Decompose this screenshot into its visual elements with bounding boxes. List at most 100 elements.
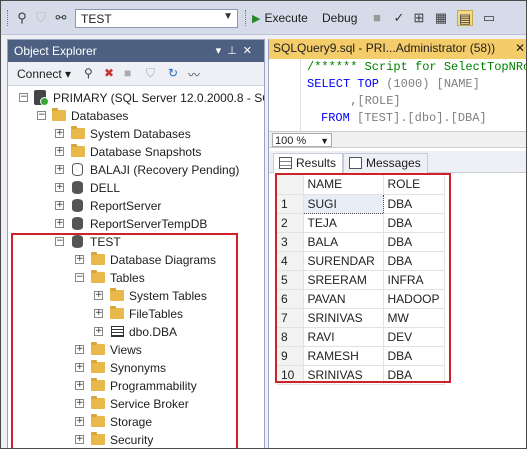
name-cell[interactable]: PAVAN [303,289,384,309]
row-number-cell[interactable]: 1 [277,194,304,214]
debug-button[interactable]: Debug [322,10,357,27]
table-row[interactable]: 10 SRINIVAS DBA [277,365,445,385]
pin-panel-icon[interactable]: ⊥ [227,45,243,57]
role-cell[interactable]: HADOOP [383,289,445,309]
tree-node-system-databases[interactable]: + System Databases [8,125,264,143]
tab-messages[interactable]: Messages [343,153,428,173]
name-cell[interactable]: TEJA [303,213,384,233]
collapse-icon[interactable]: − [19,93,28,102]
pin-icon[interactable]: ⚲ [14,10,30,26]
results-grid[interactable]: NAME ROLE 1 SUGI DBA 2 TEJA DBA 3 BALA DBA 4 SUREN… [269,173,526,448]
tree-node-storage[interactable]: + Storage [8,413,264,431]
role-cell[interactable]: MW [383,308,445,328]
column-header-name[interactable]: NAME [303,175,384,195]
close-panel-icon[interactable]: ✕ [243,45,258,57]
expand-icon[interactable]: + [75,399,84,408]
expand-icon[interactable]: + [94,309,103,318]
row-number-cell[interactable]: 5 [277,270,304,290]
row-number-header[interactable] [277,175,304,195]
row-number-cell[interactable]: 4 [277,251,304,271]
collapse-icon[interactable]: − [37,111,46,120]
role-cell[interactable]: DBA [383,213,445,233]
expand-icon[interactable]: + [75,417,84,426]
tree-node-filetables[interactable]: + FileTables [8,305,264,323]
results-to-file-icon[interactable]: ▭ [481,10,497,26]
connect-button[interactable]: Connect ▾ [17,67,71,81]
role-cell[interactable]: DEV [383,327,445,347]
display-plan-icon[interactable]: ⊞ [411,10,427,26]
tree-node-programmability[interactable]: + Programmability [8,377,264,395]
row-number-cell[interactable]: 7 [277,308,304,328]
tree-node-service-broker[interactable]: + Service Broker [8,395,264,413]
tree-node-db-balaji[interactable]: + BALAJI (Recovery Pending) [8,161,264,179]
tree-node-db-dell[interactable]: + DELL [8,179,264,197]
table-row[interactable]: 5 SREERAM INFRA [277,270,445,290]
expand-icon[interactable]: + [55,165,64,174]
connect-object-icon[interactable]: ⚲ [84,66,93,80]
row-number-cell[interactable]: 6 [277,289,304,309]
row-number-cell[interactable]: 9 [277,346,304,366]
row-number-cell[interactable]: 8 [277,327,304,347]
table-row[interactable]: 4 SURENDAR DBA [277,251,445,271]
tree-node-database-diagrams[interactable]: + Database Diagrams [8,251,264,269]
expand-icon[interactable]: + [55,183,64,192]
name-cell[interactable]: SRINIVAS [303,308,384,328]
tree-node-db-test[interactable]: − TEST [8,233,264,251]
table-row[interactable]: 6 PAVAN HADOOP [277,289,445,309]
name-cell[interactable]: BALA [303,232,384,252]
database-selector[interactable]: TEST ▼ [75,9,238,28]
collapse-icon[interactable]: − [75,273,84,282]
execute-button[interactable]: ▶ Execute [252,10,308,27]
tree-node-database-snapshots[interactable]: + Database Snapshots [8,143,264,161]
tree-node-synonyms[interactable]: + Synonyms [8,359,264,377]
activity-monitor-icon[interactable]: 〰 [188,66,200,83]
tree-node-db-reportservertempdb[interactable]: + ReportServerTempDB [8,215,264,233]
collapse-icon[interactable]: − [55,237,64,246]
table-row[interactable]: 2 TEJA DBA [277,213,445,233]
parse-check-icon[interactable]: ✓ [391,10,407,26]
expand-icon[interactable]: + [75,435,84,444]
sql-editor[interactable]: /****** Script for SelectTopNRows SELECT… [269,59,526,131]
role-cell[interactable]: DBA [383,251,445,271]
name-cell[interactable]: RAMESH [303,346,384,366]
role-cell[interactable]: DBA [383,346,445,366]
expand-icon[interactable]: + [75,255,84,264]
tree-node-server[interactable]: − PRIMARY (SQL Server 12.0.2000.8 - SQL [8,89,264,107]
table-row[interactable]: 1 SUGI DBA [277,193,445,214]
name-cell[interactable]: SRINIVAS [303,365,384,385]
expand-icon[interactable]: + [75,381,84,390]
expand-icon[interactable]: + [94,291,103,300]
expand-icon[interactable]: + [55,219,64,228]
expand-icon[interactable]: + [55,201,64,210]
disconnect-icon[interactable]: ✖ [104,66,114,80]
query-tab[interactable]: SQLQuery9.sql - PRI...Administrator (58)… [269,39,526,59]
expand-icon[interactable]: + [94,327,103,336]
expand-icon[interactable]: + [75,363,84,372]
results-to-grid-icon[interactable]: ▤ [457,10,473,26]
query-options-icon[interactable]: ▦ [433,10,449,26]
refresh-icon[interactable]: ↻ [168,66,178,80]
window-position-icon[interactable]: ▾ [216,45,228,57]
tree-node-views[interactable]: + Views [8,341,264,359]
role-cell[interactable]: DBA [383,365,445,385]
name-cell[interactable]: SREERAM [303,270,384,290]
tree-node-tables[interactable]: − Tables [8,269,264,287]
table-row[interactable]: 8 RAVI DEV [277,327,445,347]
table-row[interactable]: 7 SRINIVAS MW [277,308,445,328]
close-tab-icon[interactable]: ✕ [515,41,525,55]
tree-node-dbo-dba[interactable]: + dbo.DBA [8,323,264,341]
column-header-role[interactable]: ROLE [383,175,445,195]
tree-node-system-tables[interactable]: + System Tables [8,287,264,305]
tree-node-databases[interactable]: − Databases [8,107,264,125]
row-number-cell[interactable]: 10 [277,365,304,385]
name-cell[interactable]: SURENDAR [303,251,384,271]
row-number-cell[interactable]: 3 [277,232,304,252]
table-row[interactable]: 9 RAMESH DBA [277,346,445,366]
name-cell[interactable]: RAVI [303,327,384,347]
role-cell[interactable]: DBA [383,232,445,252]
zoom-selector[interactable]: 100 % ▼ [272,133,332,147]
toolbar-grip[interactable] [7,10,9,26]
row-number-cell[interactable]: 2 [277,213,304,233]
expand-icon[interactable]: + [55,147,64,156]
role-cell[interactable]: DBA [383,194,445,214]
